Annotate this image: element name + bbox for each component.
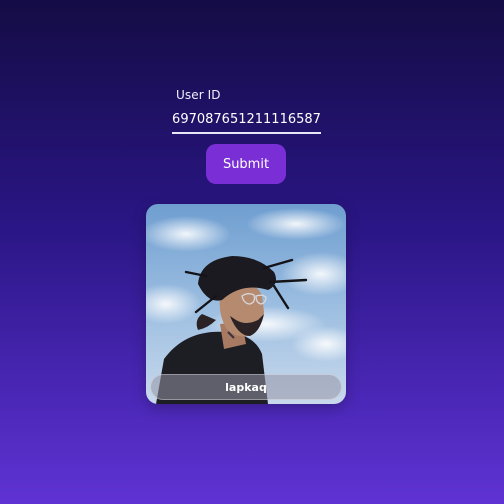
user-id-label: User ID [176,88,221,102]
user-id-input[interactable] [172,106,321,134]
username-label: lapkaq [225,380,267,394]
page: { "form": { "label": "User ID", "value":… [0,0,504,504]
submit-button[interactable]: Submit [206,144,286,184]
username-pill: lapkaq [150,374,342,400]
profile-card: lapkaq [146,204,346,404]
